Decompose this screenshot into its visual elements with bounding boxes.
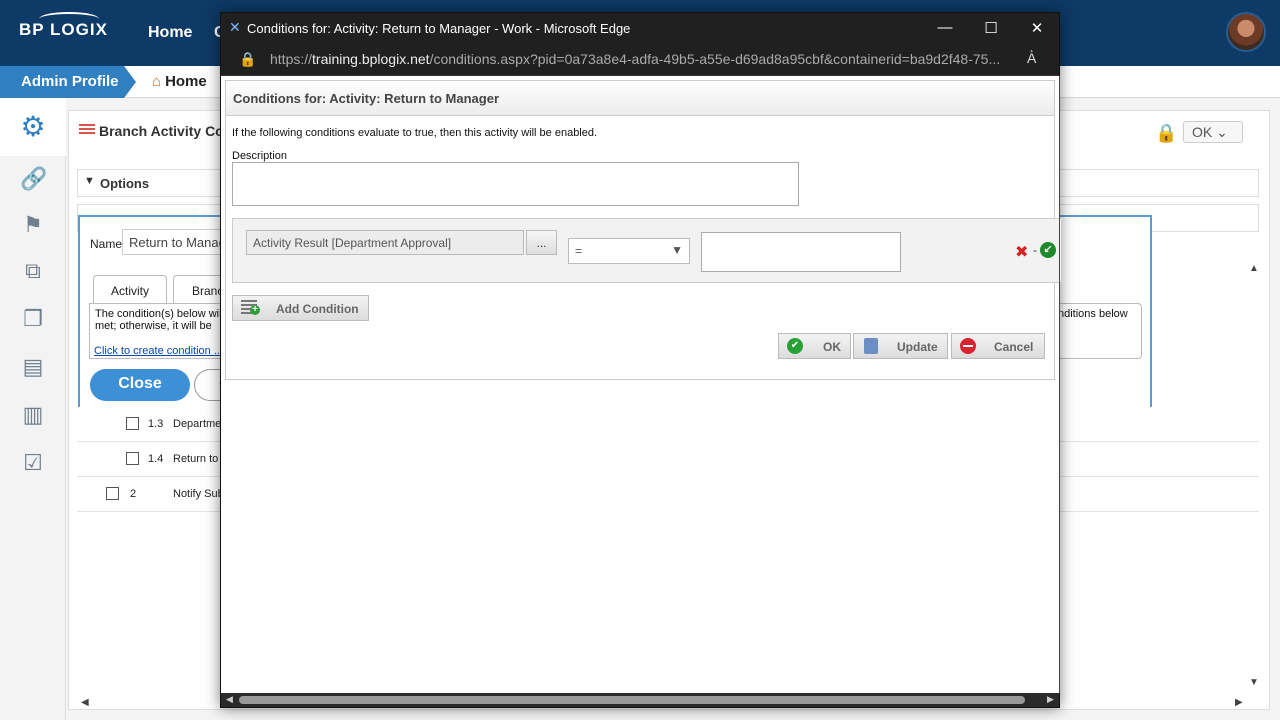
scroll-right-arrow[interactable]: ▶	[1047, 694, 1054, 705]
task-number: 1.4	[148, 453, 164, 465]
condition-separator: -	[1033, 243, 1037, 257]
insert-condition-icon[interactable]: ↙	[1040, 242, 1056, 258]
tab-activity[interactable]: Activity	[93, 275, 167, 303]
copy-icon[interactable]: ❐	[20, 306, 46, 332]
nav-home[interactable]: Home	[148, 24, 192, 42]
user-avatar[interactable]	[1226, 12, 1266, 52]
browse-field-button[interactable]: ...	[526, 230, 557, 255]
chevron-down-icon: ⌄	[1216, 124, 1228, 140]
window-title-bar[interactable]: ✕ Conditions for: Activity: Return to Ma…	[221, 13, 1059, 44]
chevron-down-icon: ▼	[84, 175, 95, 187]
conditions-popup-window: ✕ Conditions for: Activity: Return to Ma…	[220, 12, 1062, 708]
task-number: 2	[130, 488, 137, 500]
task-checkbox[interactable]	[126, 452, 139, 465]
delete-condition-icon[interactable]: ✖	[1015, 242, 1028, 262]
logo-arc	[39, 12, 99, 26]
update-button[interactable]: Update	[853, 333, 948, 359]
check-icon: ✔	[787, 338, 803, 354]
ok-dropdown[interactable]: OK ⌄	[1183, 121, 1243, 143]
condition-description-right: nditions below	[1058, 303, 1142, 359]
task-name: Notify Sub	[173, 488, 224, 500]
description-textarea[interactable]	[232, 162, 799, 206]
lock-icon[interactable]: 🔒	[239, 51, 256, 68]
operator-value: =	[575, 244, 583, 258]
conditions-dialog: Conditions for: Activity: Return to Mana…	[225, 80, 1062, 380]
maximize-icon[interactable]: ☐	[979, 19, 1003, 37]
add-condition-button[interactable]: Add Condition	[232, 295, 369, 321]
branch-icon	[79, 124, 95, 136]
panel-title: Branch Activity Con	[99, 123, 233, 139]
scroll-right-arrow[interactable]: ▶	[1235, 697, 1243, 708]
ok-dropdown-label: OK	[1192, 124, 1213, 140]
link-icon[interactable]: 🔗	[20, 166, 47, 192]
ok-button[interactable]: ✔ OK	[778, 333, 851, 359]
locked-doc-icon[interactable]: ▤	[20, 354, 46, 380]
ok-label: OK	[823, 340, 841, 354]
cancel-icon	[960, 338, 976, 354]
task-number: 1.3	[148, 418, 164, 430]
scroll-left-arrow[interactable]: ◀	[226, 694, 233, 705]
horizontal-scrollbar[interactable]: ◀ ▶	[221, 693, 1059, 707]
bplogix-logo[interactable]: BP LOGIX	[19, 12, 108, 40]
task-name: Departme	[173, 418, 222, 430]
name-label: Name	[90, 237, 123, 251]
flag-icon[interactable]: ⚑	[20, 212, 46, 238]
scroll-down-arrow[interactable]: ▼	[1249, 677, 1259, 688]
checklist-icon[interactable]: ☑	[20, 450, 46, 476]
breadcrumb-home-label: Home	[165, 73, 207, 90]
scrollbar-thumb[interactable]	[239, 696, 1025, 704]
add-condition-label: Add Condition	[276, 302, 359, 316]
task-checkbox[interactable]	[126, 417, 139, 430]
condition-field[interactable]: Activity Result [Department Approval]	[246, 230, 524, 255]
minimize-icon[interactable]: —	[933, 19, 957, 36]
breadcrumb-admin-profile[interactable]: Admin Profile	[0, 66, 136, 98]
url-prefix: https://	[270, 51, 313, 67]
update-label: Update	[897, 340, 938, 354]
edge-icon: ✕	[229, 19, 241, 35]
cancel-label: Cancel	[994, 340, 1034, 354]
operator-select[interactable]: = ▼	[568, 238, 690, 264]
documents-icon[interactable]: ▥	[20, 402, 46, 428]
window-title: Conditions for: Activity: Return to Mana…	[247, 21, 631, 36]
lock-icon[interactable]: 🔒	[1155, 123, 1177, 144]
save-icon	[864, 338, 878, 354]
address-bar[interactable]: 🔒 https://training.bplogix.net/condition…	[221, 44, 1059, 76]
dialog-header: Conditions for: Activity: Return to Mana…	[226, 81, 1054, 116]
add-list-icon	[241, 300, 260, 316]
create-condition-link[interactable]: Click to create condition ...	[94, 345, 223, 357]
url-host: training.bplogix.net	[312, 51, 430, 67]
url-path: /conditions.aspx?pid=0a73a8e4-adfa-49b5-…	[429, 51, 1001, 67]
close-icon[interactable]: ✕	[1025, 19, 1049, 37]
left-rail: ⚙ 🔗 ⚑ ⧉ ❐ ▤ ▥ ☑	[0, 98, 66, 720]
url-text[interactable]: https://training.bplogix.net/conditions.…	[270, 51, 1000, 67]
vertical-scrollbar-track[interactable]	[1059, 76, 1060, 693]
breadcrumb-home[interactable]: ⌂ Home	[152, 73, 207, 90]
condition-value-textarea[interactable]	[701, 232, 901, 272]
cancel-button[interactable]: Cancel	[951, 333, 1045, 359]
options-label: Options	[100, 176, 150, 191]
gears-icon[interactable]: ⚙	[0, 98, 66, 156]
dialog-intro: If the following conditions evaluate to …	[232, 127, 598, 139]
scroll-up-arrow[interactable]: ▲	[1249, 263, 1259, 274]
lock-ok-group: 🔒 OK ⌄	[1155, 121, 1275, 149]
description-label: Description	[232, 150, 288, 162]
task-checkbox[interactable]	[106, 487, 119, 500]
scroll-left-arrow[interactable]: ◀	[81, 697, 89, 708]
task-name: Return to	[173, 453, 219, 465]
close-button[interactable]: Close	[90, 369, 190, 401]
home-icon: ⌂	[152, 73, 162, 90]
chevron-down-icon: ▼	[671, 243, 683, 257]
layers-icon[interactable]: ⧉	[20, 258, 46, 284]
read-aloud-icon[interactable]: A͐	[1027, 50, 1036, 66]
condition-row: Activity Result [Department Approval] ..…	[232, 218, 1062, 283]
